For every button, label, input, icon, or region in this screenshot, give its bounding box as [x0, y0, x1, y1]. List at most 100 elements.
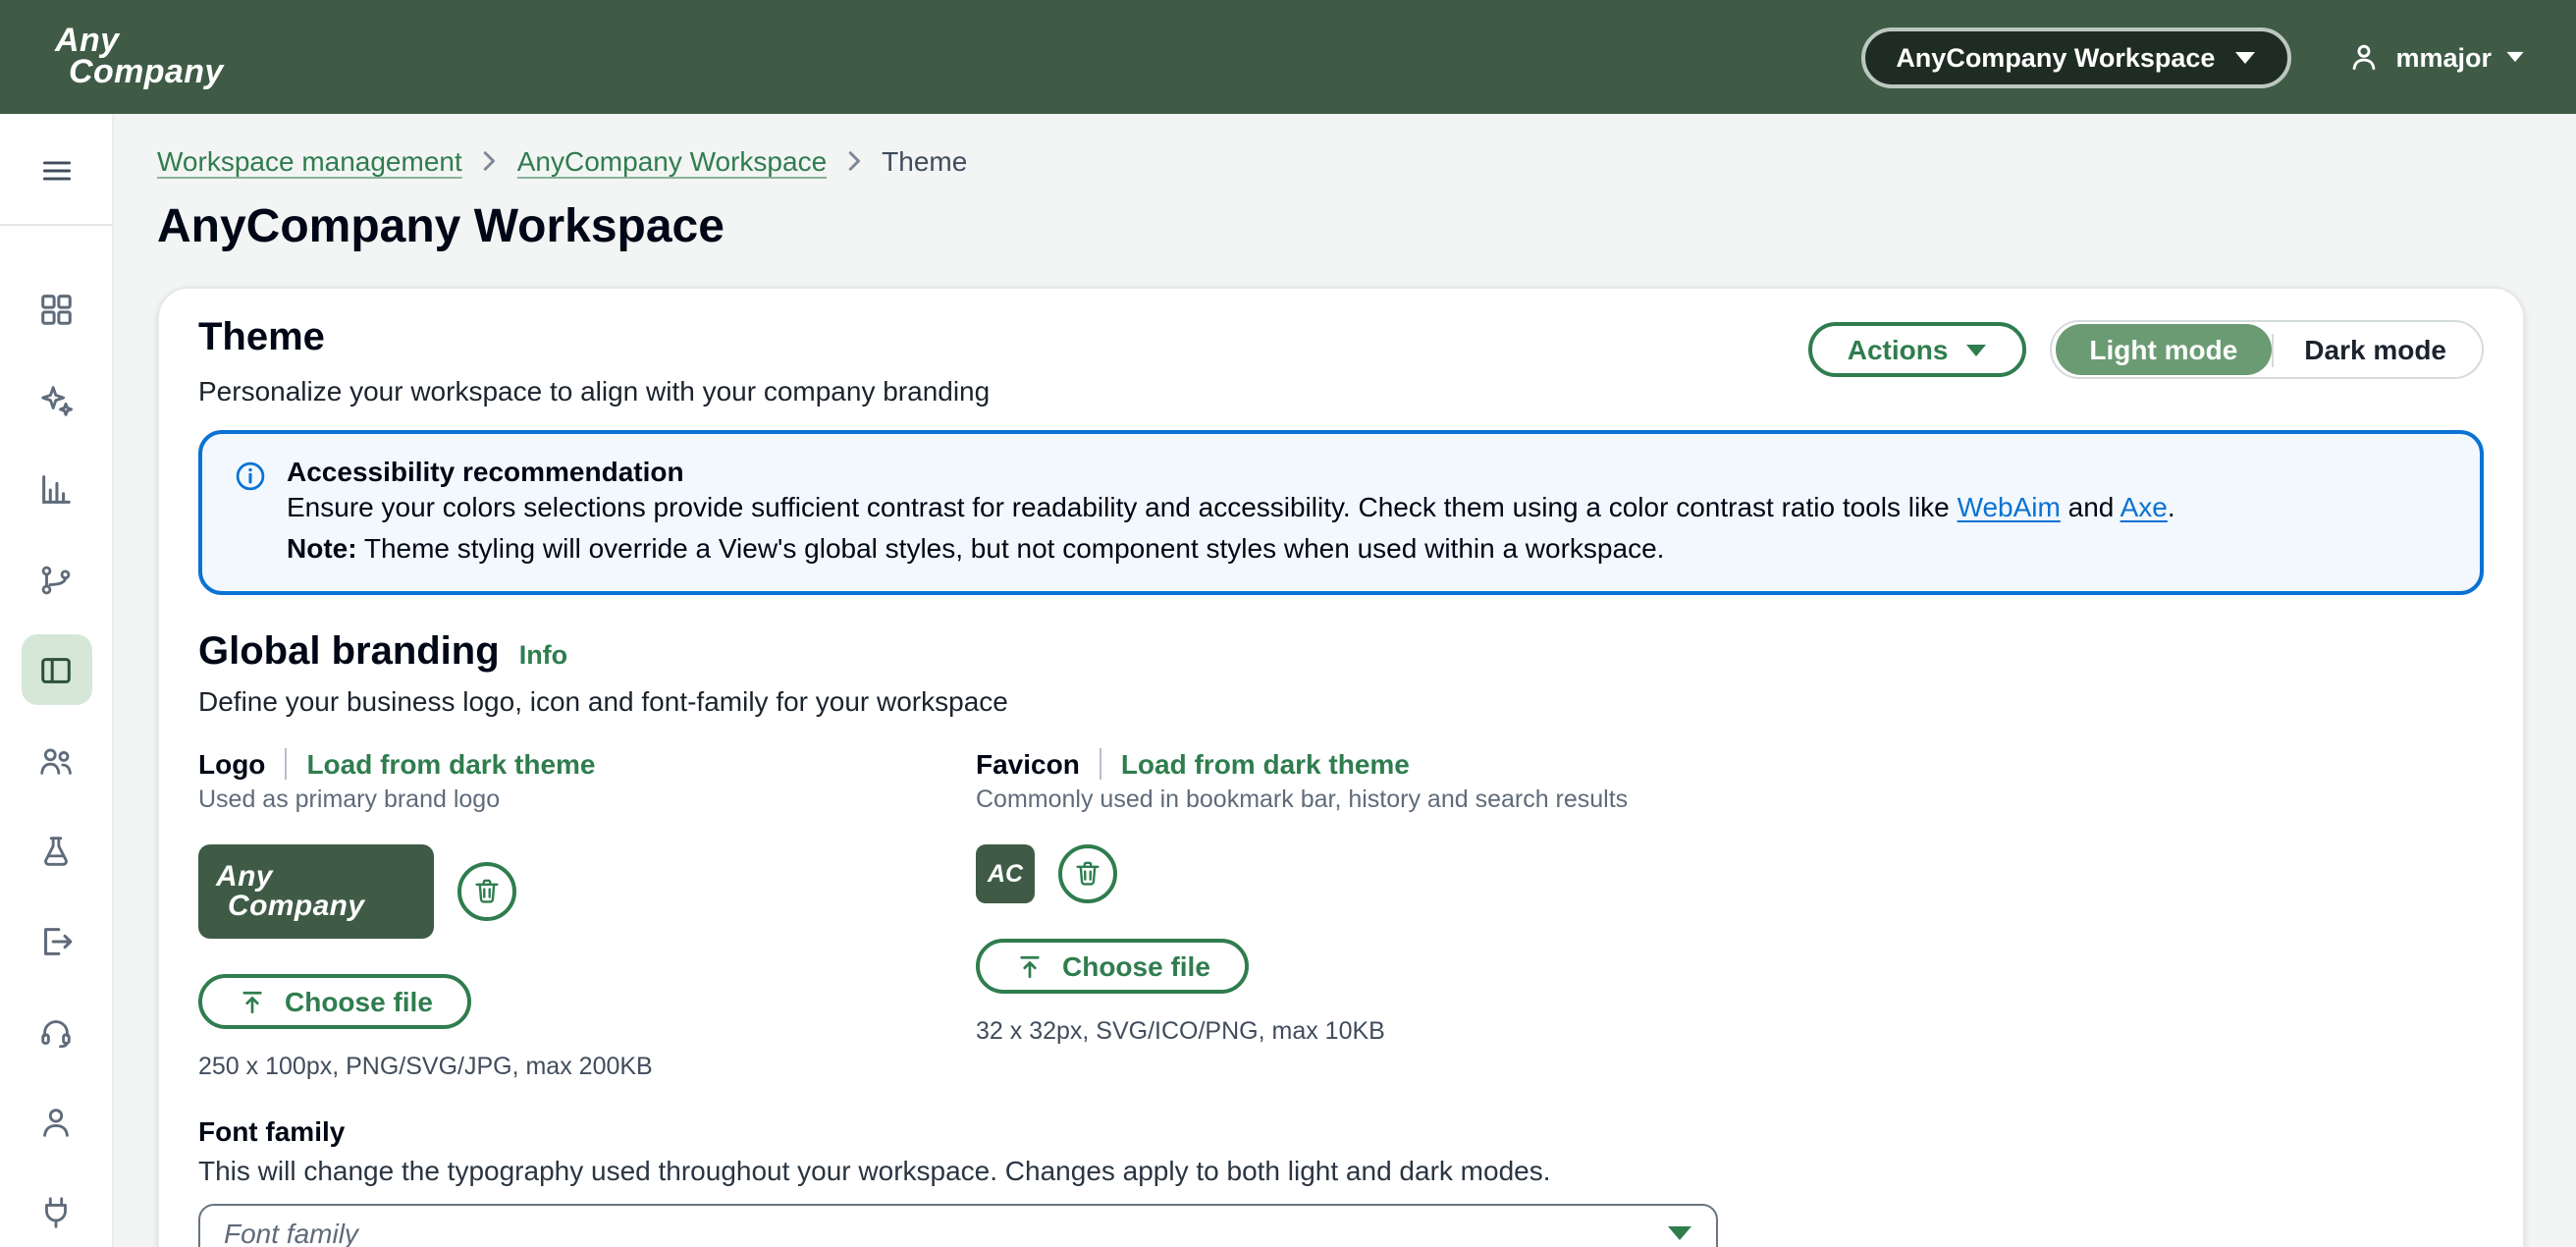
headset-icon — [37, 1012, 75, 1050]
sidebar-item-users[interactable] — [21, 725, 91, 795]
exit-icon — [37, 922, 75, 959]
main-content: Workspace management AnyCompany Workspac… — [114, 114, 2576, 1247]
alert-content: Accessibility recommendation Ensure your… — [287, 456, 2175, 569]
sidebar-nav — [21, 273, 91, 1247]
sidebar-item-workspaces[interactable] — [21, 634, 91, 705]
workspace-selector-button[interactable]: AnyCompany Workspace — [1860, 27, 2291, 87]
topbar-right: AnyCompany Workspace mmajor — [1860, 27, 2525, 87]
top-navigation: Any Company AnyCompany Workspace mmajor — [0, 0, 2576, 114]
actions-label: Actions — [1848, 334, 1949, 365]
logo-text-line2: Company — [69, 57, 224, 88]
page-title: AnyCompany Workspace — [157, 200, 2523, 255]
layout-icon — [37, 651, 75, 688]
sidebar-item-dashboard[interactable] — [21, 273, 91, 344]
sparkle-icon — [37, 380, 75, 417]
alert-line-1: Ensure your colors selections provide su… — [287, 487, 2175, 528]
alert-text-segment: . — [2168, 491, 2175, 522]
logo-label: Logo — [198, 748, 265, 780]
sidebar-item-experiments[interactable] — [21, 815, 91, 886]
chevron-down-icon — [1667, 1225, 1692, 1241]
axe-link[interactable]: Axe — [2120, 491, 2168, 522]
logo-choose-file-button[interactable]: Choose file — [198, 974, 472, 1029]
info-link[interactable]: Info — [519, 640, 568, 670]
theme-description: Personalize your workspace to align with… — [198, 375, 990, 407]
font-family-label: Font family — [198, 1115, 2484, 1147]
left-sidebar — [0, 114, 114, 1247]
user-menu-button[interactable]: mmajor — [2346, 39, 2525, 75]
favicon-hint: Commonly used in bookmark bar, history a… — [976, 786, 1628, 813]
workspace-selector-label: AnyCompany Workspace — [1896, 42, 2215, 72]
label-divider — [285, 748, 287, 780]
favicon-choose-file-label: Choose file — [1062, 950, 1210, 982]
menu-icon — [38, 153, 74, 189]
user-name-label: mmajor — [2395, 42, 2492, 72]
favicon-label: Favicon — [976, 748, 1080, 780]
sidebar-item-profile[interactable] — [21, 1086, 91, 1157]
favicon-constraints: 32 x 32px, SVG/ICO/PNG, max 10KB — [976, 1017, 1628, 1045]
info-icon — [234, 460, 267, 569]
global-branding-description: Define your business logo, icon and font… — [198, 685, 2484, 717]
favicon-load-from-dark-theme-link[interactable]: Load from dark theme — [1121, 748, 1410, 780]
favicon-label-row: Favicon Load from dark theme — [976, 748, 1628, 780]
chevron-right-icon — [842, 149, 866, 173]
mode-toggle: Light mode Dark mode — [2050, 320, 2484, 379]
alert-note-label: Note: — [287, 532, 357, 564]
theme-title: Theme — [198, 316, 990, 361]
upload-icon — [238, 987, 267, 1016]
sidebar-item-analytics[interactable] — [21, 454, 91, 524]
analytics-icon — [37, 470, 75, 508]
global-branding-header: Global branding Info — [198, 630, 2484, 676]
theme-card-header: Theme Personalize your workspace to alig… — [198, 316, 2484, 407]
sidebar-item-support[interactable] — [21, 996, 91, 1066]
font-family-select[interactable]: Font family — [198, 1204, 1718, 1247]
logo-choose-file-label: Choose file — [285, 986, 433, 1017]
logo-preview: Any Company — [198, 844, 434, 939]
trash-icon — [1072, 858, 1103, 890]
theme-card-heading: Theme Personalize your workspace to alig… — [198, 316, 990, 407]
theme-header-controls: Actions Light mode Dark mode — [1808, 320, 2484, 379]
dark-mode-button[interactable]: Dark mode — [2273, 324, 2478, 375]
favicon-preview-row: AC — [976, 844, 1628, 903]
logo-preview-line2: Company — [228, 892, 434, 921]
company-logo: Any Company — [55, 26, 224, 88]
logo-hint: Used as primary brand logo — [198, 786, 976, 813]
chevron-down-icon — [2234, 50, 2256, 64]
upload-icon — [1015, 951, 1045, 981]
breadcrumb-anycompany-workspace[interactable]: AnyCompany Workspace — [517, 145, 827, 177]
users-icon — [37, 741, 75, 779]
favicon-choose-file-button[interactable]: Choose file — [976, 939, 1250, 994]
chevron-down-icon — [1965, 343, 1987, 356]
webaim-link[interactable]: WebAim — [1958, 491, 2061, 522]
breadcrumb-current: Theme — [882, 145, 967, 177]
label-divider — [1100, 748, 1101, 780]
branding-columns: Logo Load from dark theme Used as primar… — [198, 748, 2484, 1080]
delete-logo-button[interactable] — [457, 862, 516, 921]
favicon-section: Favicon Load from dark theme Commonly us… — [976, 748, 1628, 1080]
alert-text-segment: and — [2061, 491, 2120, 522]
actions-button[interactable]: Actions — [1808, 322, 2027, 377]
logo-label-row: Logo Load from dark theme — [198, 748, 976, 780]
sidebar-item-exit[interactable] — [21, 905, 91, 976]
logo-preview-line1: Any — [216, 862, 434, 892]
trash-icon — [471, 876, 503, 907]
sidebar-item-ai[interactable] — [21, 363, 91, 434]
font-family-section: Font family This will change the typogra… — [198, 1115, 2484, 1247]
light-mode-button[interactable]: Light mode — [2056, 324, 2271, 375]
logo-load-from-dark-theme-link[interactable]: Load from dark theme — [306, 748, 595, 780]
dashboard-icon — [37, 290, 75, 327]
alert-text-segment: Ensure your colors selections provide su… — [287, 491, 1958, 522]
chevron-right-icon — [478, 149, 502, 173]
favicon-preview: AC — [976, 844, 1035, 903]
sidebar-item-workflows[interactable] — [21, 544, 91, 615]
delete-favicon-button[interactable] — [1058, 844, 1117, 903]
accessibility-alert: Accessibility recommendation Ensure your… — [198, 430, 2484, 595]
plug-icon — [37, 1193, 75, 1230]
logo-preview-row: Any Company — [198, 844, 976, 939]
breadcrumb: Workspace management AnyCompany Workspac… — [157, 145, 2523, 177]
chevron-down-icon — [2505, 51, 2525, 63]
logo-section: Logo Load from dark theme Used as primar… — [198, 748, 976, 1080]
sidebar-toggle-button[interactable] — [21, 141, 91, 200]
sidebar-item-integrations[interactable] — [21, 1176, 91, 1247]
breadcrumb-workspace-management[interactable]: Workspace management — [157, 145, 462, 177]
global-branding-title: Global branding — [198, 630, 500, 676]
